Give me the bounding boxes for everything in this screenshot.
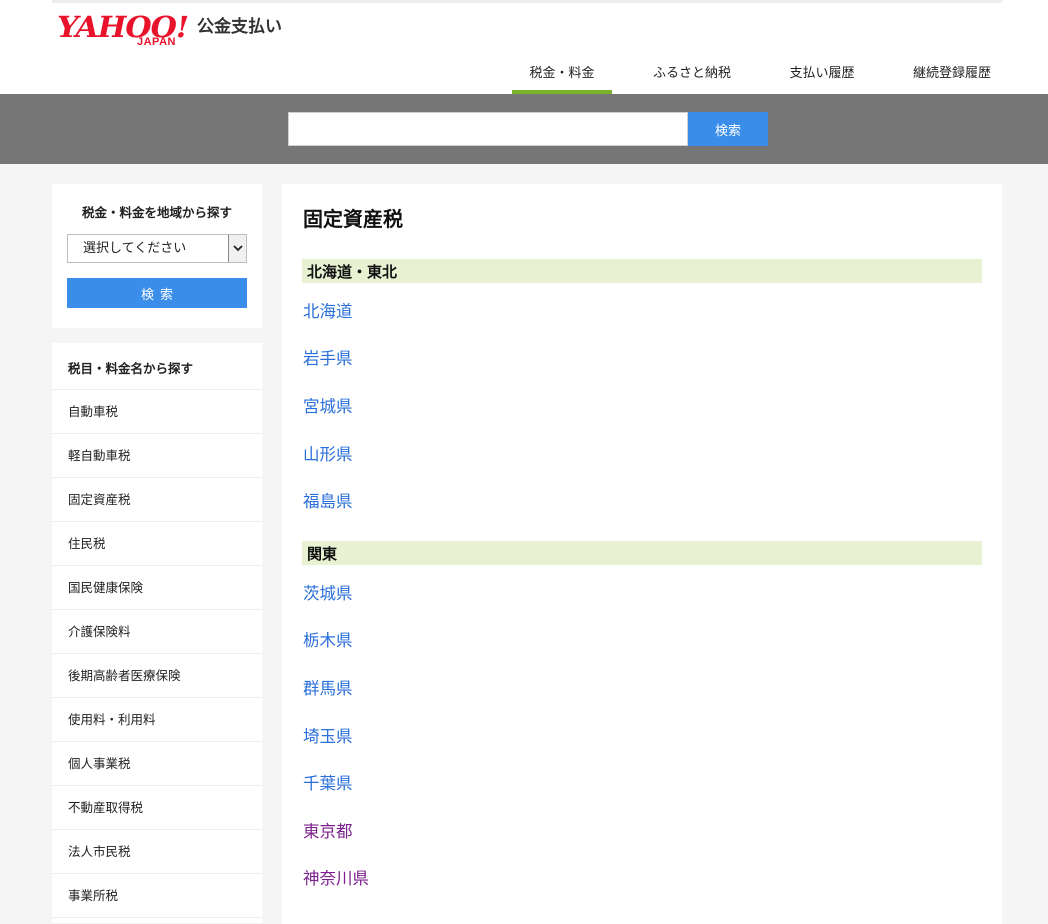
sidebar-item-corporate-municipal-tax[interactable]: 法人市民税	[52, 830, 262, 874]
region-search-panel: 税金・料金を地域から探す 選択してください 検索	[52, 184, 262, 328]
pref-link-kanagawa[interactable]: 神奈川県	[303, 868, 369, 890]
sidebar-item-automobile-tax[interactable]: 自動車税	[52, 390, 262, 434]
pref-link-miyagi[interactable]: 宮城県	[303, 396, 353, 418]
header-top-divider	[52, 0, 1002, 3]
sidebar-item-national-health-insurance[interactable]: 国民健康保険	[52, 566, 262, 610]
pref-link-saitama[interactable]: 埼玉県	[303, 726, 353, 748]
nav-tab-furusato[interactable]: ふるさと納税	[642, 56, 742, 94]
pref-link-chiba[interactable]: 千葉県	[303, 773, 353, 795]
page-title: 固定資産税	[303, 207, 403, 231]
region-search-button[interactable]: 検索	[67, 278, 247, 308]
region-select-value: 選択してください	[83, 241, 187, 256]
section-heading-kanto: 関東	[302, 541, 982, 565]
search-bar: 検索	[0, 94, 1048, 164]
pref-link-gunma[interactable]: 群馬県	[303, 678, 353, 700]
sidebar-item-nursing-care-insurance[interactable]: 介護保険料	[52, 610, 262, 654]
sidebar-item-light-vehicle-tax[interactable]: 軽自動車税	[52, 434, 262, 478]
yahoo-logo[interactable]: YAHOO! JAPAN 公金支払い	[57, 12, 292, 52]
service-name: 公金支払い	[197, 17, 282, 37]
pref-link-ibaraki[interactable]: 茨城県	[303, 583, 353, 605]
search-button[interactable]: 検索	[688, 112, 768, 146]
sidebar-item-usage-fees[interactable]: 使用料・利用料	[52, 698, 262, 742]
pref-link-tokyo[interactable]: 東京都	[303, 821, 353, 843]
pref-link-fukushima[interactable]: 福島県	[303, 491, 353, 513]
logo-japan-text: JAPAN	[137, 36, 176, 48]
sidebar-item-property-tax[interactable]: 固定資産税	[52, 478, 262, 522]
pref-link-iwate[interactable]: 岩手県	[303, 348, 353, 370]
region-search-title: 税金・料金を地域から探す	[81, 205, 232, 220]
chevron-down-icon[interactable]	[228, 235, 246, 262]
sidebar-item-business-office-tax[interactable]: 事業所税	[52, 874, 262, 918]
region-select[interactable]: 選択してください	[67, 234, 247, 263]
sidebar-item-real-estate-acquisition-tax[interactable]: 不動産取得税	[52, 786, 262, 830]
tax-type-panel: 税目・料金名から探す 自動車税 軽自動車税 固定資産税 住民税 国民健康保険 介…	[52, 343, 262, 923]
nav-tab-taxes[interactable]: 税金・料金	[512, 56, 612, 94]
tax-type-title: 税目・料金名から探す	[52, 343, 262, 390]
main-content: 固定資産税 北海道・東北 北海道 岩手県 宮城県 山形県 福島県 関東 茨城県 …	[282, 184, 1002, 924]
pref-link-tochigi[interactable]: 栃木県	[303, 630, 353, 652]
search-input[interactable]	[288, 112, 688, 146]
pref-link-hokkaido[interactable]: 北海道	[303, 301, 353, 323]
sidebar-item-elderly-medical-insurance[interactable]: 後期高齢者医療保険	[52, 654, 262, 698]
nav-tab-recurring-history[interactable]: 継続登録履歴	[902, 56, 1002, 94]
nav-tab-payment-history[interactable]: 支払い履歴	[772, 56, 872, 94]
section-heading-hokkaido-tohoku: 北海道・東北	[302, 259, 982, 283]
sidebar-item-resident-tax[interactable]: 住民税	[52, 522, 262, 566]
site-header: YAHOO! JAPAN 公金支払い 税金・料金 ふるさと納税 支払い履歴 継続…	[0, 0, 1048, 94]
sidebar-item-individual-business-tax[interactable]: 個人事業税	[52, 742, 262, 786]
pref-link-yamagata[interactable]: 山形県	[303, 444, 353, 466]
